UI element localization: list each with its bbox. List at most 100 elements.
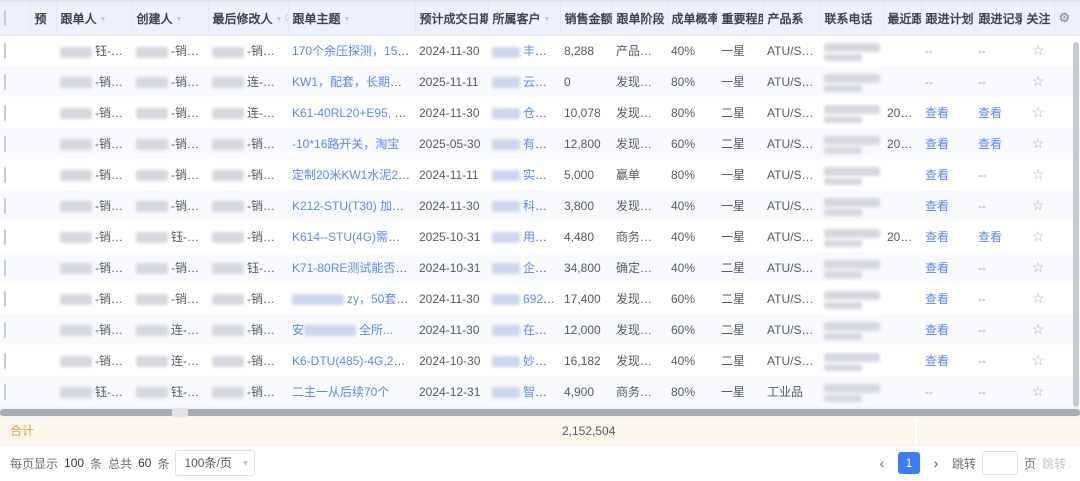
select-all-checkbox[interactable] <box>4 10 6 26</box>
subject-link[interactable]: K71-80RE测试能否使用 <box>292 261 415 275</box>
star-icon[interactable]: ☆ <box>1026 290 1050 307</box>
filter-icon[interactable]: ▼ <box>344 16 351 23</box>
column-header-stage[interactable]: 跟单阶段▼ <box>612 2 667 35</box>
cell-text: 2024-11 <box>887 230 921 244</box>
redacted-text <box>60 387 92 398</box>
star-icon[interactable]: ☆ <box>1026 73 1050 90</box>
view-link[interactable]: 查看 <box>925 354 949 368</box>
subject-link[interactable]: KW1，配套，长期供应， <box>292 75 415 89</box>
customer-link[interactable]: 科技... <box>523 199 557 213</box>
filter-icon[interactable]: ▼ <box>176 16 183 23</box>
customer-link[interactable]: 有限... <box>523 137 557 151</box>
column-header-settings[interactable]: ⚙ <box>1054 2 1080 35</box>
subject-link[interactable]: K61-40RL20+E95, 可能要44个... <box>292 106 415 120</box>
column-header-subject[interactable]: 跟单主题▼ <box>288 2 415 35</box>
filter-icon[interactable]: ▼ <box>100 16 107 23</box>
row-checkbox[interactable] <box>4 105 6 121</box>
row-checkbox[interactable] <box>4 260 6 276</box>
customer-link[interactable]: 实业... <box>523 168 557 182</box>
view-link[interactable]: 查看 <box>925 106 949 120</box>
customer-link[interactable]: 用数控... <box>523 230 560 244</box>
row-checkbox[interactable] <box>4 198 6 214</box>
view-link[interactable]: 查看 <box>925 261 949 275</box>
table-row: -销售经...-销售经理-销售经理zy，50套 co...2024-11-306… <box>0 283 1080 314</box>
star-icon[interactable]: ☆ <box>1026 383 1050 400</box>
customer-link[interactable]: 企科技... <box>523 261 560 275</box>
row-checkbox[interactable] <box>4 229 6 245</box>
page-size-select[interactable]: 100条/页 ▾ <box>175 450 254 476</box>
jump-button[interactable]: 跳转 <box>1042 455 1066 472</box>
row-checkbox[interactable] <box>4 322 6 338</box>
customer-link[interactable]: 丰新能... <box>523 44 560 58</box>
gear-icon[interactable]: ⚙ <box>1059 10 1071 25</box>
view-link[interactable]: 查看 <box>925 137 949 151</box>
customer-link[interactable]: 6925436,... <box>523 292 560 306</box>
subject-link[interactable]: 定制20米KW1水泥2周后发货，... <box>292 168 415 182</box>
star-icon[interactable]: ☆ <box>1026 42 1050 59</box>
row-checkbox[interactable] <box>4 43 6 59</box>
row-checkbox[interactable] <box>4 167 6 183</box>
column-header-select[interactable] <box>0 2 30 35</box>
star-icon[interactable]: ☆ <box>1026 228 1050 245</box>
star-icon[interactable]: ☆ <box>1026 259 1050 276</box>
filter-icon[interactable]: ▼ <box>276 16 283 23</box>
subject-link[interactable]: 二主一从后续70个 <box>292 385 389 399</box>
subject-link[interactable]: -10*16路开关，淘宝 <box>292 137 399 151</box>
star-icon[interactable]: ☆ <box>1026 321 1050 338</box>
cell-subject: K6-DTU(485)-4G,29套，558, ... <box>288 345 415 376</box>
column-header-customer[interactable]: 所属客户▼ <box>488 2 560 35</box>
cell-customer: 科技... <box>488 190 560 221</box>
subject-link[interactable]: zy，50套 co... <box>347 292 415 306</box>
table-row: -销售经...-销售经理-销售经理K212-STU(T30) 加电源=380/.… <box>0 190 1080 221</box>
next-page-button[interactable]: › <box>926 452 946 474</box>
column-header-probability[interactable]: 成单概率▼ <box>667 2 717 35</box>
column-header-amount[interactable]: 销售金额▼ <box>560 2 612 35</box>
redacted-text <box>492 356 520 367</box>
cell-select <box>0 345 30 376</box>
filter-icon[interactable]: ▼ <box>544 16 551 23</box>
star-icon[interactable]: ☆ <box>1026 166 1050 183</box>
customer-link[interactable]: 仓储... <box>523 106 557 120</box>
cell-text: 发现需求 <box>616 354 664 368</box>
view-link[interactable]: 查看 <box>978 137 1002 151</box>
redacted-text <box>136 77 168 88</box>
subject-link[interactable]: K6-DTU(485)-4G,29套，558, ... <box>292 354 415 368</box>
star-icon[interactable]: ☆ <box>1026 104 1050 121</box>
current-page-button[interactable]: 1 <box>898 452 920 474</box>
column-header-modifier[interactable]: 最后修改人▼ <box>208 2 288 35</box>
subject-link[interactable]: 170个余压探测，15个控制 <box>292 44 415 58</box>
row-checkbox[interactable] <box>4 353 6 369</box>
customer-link[interactable]: 在电子... <box>523 323 560 337</box>
view-link[interactable]: 查看 <box>978 230 1002 244</box>
column-header-creator[interactable]: 创建人▼ <box>132 2 208 35</box>
customer-link[interactable]: 智能... <box>523 385 557 399</box>
person-name-suffix: 连-销售经理 <box>247 75 288 89</box>
subject-link[interactable]: K614--STU(4G)需求有10套 <box>292 230 415 244</box>
horizontal-scrollbar-thumb[interactable] <box>0 409 1080 416</box>
customer-link[interactable]: 妙电... <box>523 354 557 368</box>
star-icon[interactable]: ☆ <box>1026 135 1050 152</box>
view-link[interactable]: 查看 <box>925 168 949 182</box>
vertical-scrollbar[interactable] <box>1073 42 1079 407</box>
row-checkbox[interactable] <box>4 291 6 307</box>
subject-link[interactable]: 全所... <box>359 323 393 337</box>
jump-page-input[interactable] <box>982 451 1018 475</box>
column-header-date[interactable]: 预计成交日期▼ <box>415 2 488 35</box>
star-icon[interactable]: ☆ <box>1026 197 1050 214</box>
cell-product: ATU/STU <box>763 97 820 128</box>
star-icon[interactable]: ☆ <box>1026 352 1050 369</box>
row-checkbox[interactable] <box>4 136 6 152</box>
horizontal-scrollbar[interactable] <box>0 407 1080 418</box>
row-checkbox[interactable] <box>4 384 6 400</box>
customer-link[interactable]: 云信息... <box>523 75 560 89</box>
subject-link[interactable]: K212-STU(T30) 加电源=380/... <box>292 199 415 213</box>
row-checkbox[interactable] <box>4 74 6 90</box>
column-header-follower[interactable]: 跟单人▼ <box>56 2 132 35</box>
prev-page-button[interactable]: ‹ <box>872 452 892 474</box>
person-name-suffix: 钰-销售经理 <box>171 230 208 244</box>
view-link[interactable]: 查看 <box>925 199 949 213</box>
view-link[interactable]: 查看 <box>925 323 949 337</box>
view-link[interactable]: 查看 <box>925 230 949 244</box>
view-link[interactable]: 查看 <box>978 106 1002 120</box>
view-link[interactable]: 查看 <box>925 292 949 306</box>
